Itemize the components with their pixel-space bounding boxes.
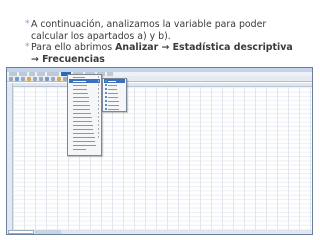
save-icon[interactable]	[15, 76, 19, 81]
analizar-menu	[67, 74, 102, 156]
find-icon[interactable]	[57, 76, 61, 81]
submenu-arrow-icon	[98, 112, 99, 114]
data-grid[interactable]	[7, 83, 312, 232]
menu-item-label	[73, 124, 93, 126]
dialog-recall-icon[interactable]	[27, 76, 31, 81]
bullet-2-prefix: Para ello abrimos	[31, 42, 116, 53]
menu-item-label	[108, 84, 117, 86]
row-headers[interactable]	[7, 83, 13, 232]
descriptiva-menu-item[interactable]	[104, 107, 125, 111]
procedure-icon	[105, 80, 107, 82]
procedure-icon	[105, 108, 107, 110]
menu-item-label	[73, 80, 87, 82]
bullet-2-arrow-2: →	[31, 53, 43, 65]
menu-item-label	[73, 144, 96, 146]
procedure-icon	[105, 104, 107, 106]
redo-icon[interactable]	[39, 76, 43, 81]
bullet-marker: *	[25, 19, 30, 29]
menu-item-label	[73, 92, 88, 94]
menu-item-label	[108, 104, 119, 106]
submenu-arrow-icon	[98, 100, 99, 102]
bullet-2-submenu: Estadística descriptiva	[172, 42, 293, 53]
menu-item-label	[73, 112, 91, 114]
bullet-marker: *	[25, 42, 30, 52]
bullet-2: * Para ello abrimos Analizar → Estadísti…	[25, 42, 301, 65]
data-cells[interactable]	[14, 87, 38, 229]
menu-item-label	[73, 108, 91, 110]
grid-row[interactable]	[14, 225, 38, 229]
submenu-arrow-icon	[98, 128, 99, 130]
submenu-arrow-icon	[98, 80, 99, 82]
submenu-arrow-icon	[98, 108, 99, 110]
open-icon[interactable]	[9, 76, 13, 81]
submenu-arrow-icon	[98, 132, 99, 134]
submenu-arrow-icon	[98, 84, 99, 86]
print-icon[interactable]	[21, 76, 25, 81]
bullet-2-arrow-1: →	[158, 42, 173, 53]
menu-item-label	[108, 96, 119, 98]
submenu-arrow-icon	[98, 96, 99, 98]
spss-screenshot	[6, 67, 313, 235]
menu-item-label	[73, 120, 93, 122]
bullet-2-target: Frecuencias	[42, 53, 105, 65]
menu-item-label	[108, 108, 120, 110]
submenu-arrow-icon	[98, 120, 99, 122]
procedure-icon	[105, 84, 107, 86]
menu-item-label	[73, 76, 86, 78]
variables-icon[interactable]	[51, 76, 55, 81]
submenu-arrow-icon	[98, 76, 99, 78]
procedure-icon	[105, 88, 107, 90]
bullet-1: * A continuación, analizamos la variable…	[25, 19, 301, 42]
analizar-menu-item[interactable]	[69, 147, 100, 151]
column-headers[interactable]	[13, 83, 312, 87]
submenu-arrow-icon	[98, 104, 99, 106]
procedure-icon	[105, 100, 107, 102]
undo-icon[interactable]	[33, 76, 37, 81]
goto-case-icon[interactable]	[45, 76, 49, 81]
submenu-arrow-icon	[98, 92, 99, 94]
tab-vista-variables[interactable]	[35, 230, 61, 234]
menu-item-label	[73, 128, 94, 130]
descriptiva-submenu	[102, 78, 127, 112]
procedure-icon	[105, 96, 107, 98]
menu-item-label	[73, 148, 86, 150]
procedure-icon	[105, 92, 107, 94]
menu-item-label	[73, 140, 96, 142]
menu-item-label	[73, 84, 87, 86]
toolbar	[7, 76, 312, 82]
menu-item-label	[108, 100, 119, 102]
submenu-arrow-icon	[98, 136, 99, 138]
bullet-2-menu: Analizar	[115, 42, 159, 53]
menu-item-label	[73, 116, 92, 118]
bullet-1-text: A continuación, analizamos la variable p…	[31, 19, 267, 42]
menu-item-label	[108, 92, 118, 94]
menu-item-label	[108, 80, 117, 82]
menu-item-label	[73, 88, 88, 90]
menu-item-label	[73, 136, 95, 138]
submenu-arrow-icon	[98, 124, 99, 126]
submenu-arrow-icon	[98, 88, 99, 90]
menu-item-label	[73, 132, 95, 134]
menu-item-label	[108, 88, 118, 90]
menu-item-label	[73, 96, 89, 98]
menu-item-label	[73, 104, 90, 106]
menu-item-label	[73, 100, 90, 102]
submenu-arrow-icon	[98, 116, 99, 118]
view-tabs	[7, 230, 312, 234]
tab-vista-datos[interactable]	[8, 230, 34, 234]
